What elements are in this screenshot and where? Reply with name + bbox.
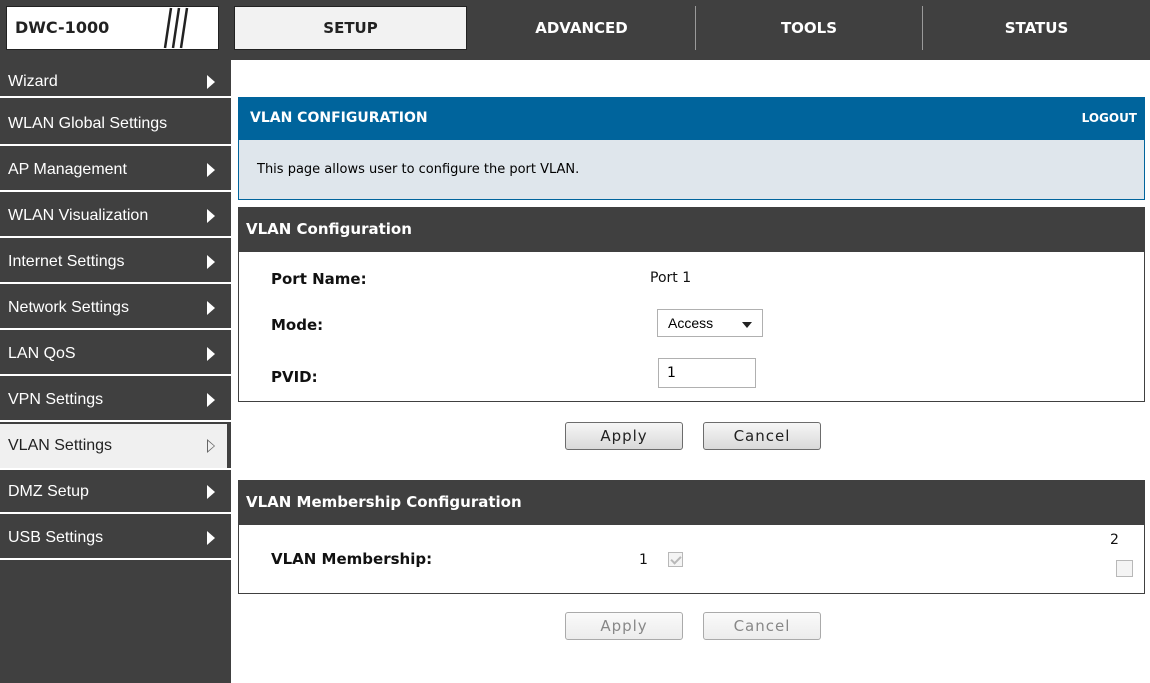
section-title: VLAN Configuration bbox=[246, 220, 412, 238]
chevron-right-icon bbox=[207, 485, 215, 499]
sidebar-item-vpn-settings[interactable]: VPN Settings bbox=[0, 378, 227, 422]
sidebar-divider bbox=[0, 144, 231, 146]
sidebar: Wizard WLAN Global Settings AP Managemen… bbox=[0, 60, 231, 683]
tab-setup[interactable]: SETUP bbox=[234, 6, 467, 50]
vlan-membership-label: VLAN Membership: bbox=[271, 550, 433, 568]
logo: DWC-1000 bbox=[6, 6, 219, 50]
sidebar-divider bbox=[0, 558, 231, 560]
sidebar-item-lan-qos[interactable]: LAN QoS bbox=[0, 332, 227, 376]
vlan-1-label: 1 bbox=[639, 552, 648, 568]
sidebar-item-wlan-global-settings[interactable]: WLAN Global Settings bbox=[0, 102, 227, 146]
sidebar-divider bbox=[0, 512, 231, 514]
sidebar-divider bbox=[0, 420, 231, 422]
chevron-right-icon bbox=[207, 163, 215, 177]
page-title: VLAN CONFIGURATION bbox=[250, 110, 428, 126]
pvid-input[interactable] bbox=[658, 358, 756, 388]
sidebar-item-label: LAN QoS bbox=[8, 345, 76, 362]
sidebar-divider bbox=[0, 236, 231, 238]
sidebar-item-label: DMZ Setup bbox=[8, 483, 89, 500]
top-navigation-bar: DWC-1000 SETUP ADVANCED TOOLS STATUS bbox=[0, 0, 1150, 60]
logo-text: DWC-1000 bbox=[15, 18, 110, 37]
chevron-right-outline-icon bbox=[207, 439, 215, 453]
sidebar-item-vlan-settings[interactable]: VLAN Settings bbox=[0, 424, 227, 468]
logout-link[interactable]: LOGOUT bbox=[1082, 111, 1137, 125]
sidebar-item-label: VPN Settings bbox=[8, 391, 104, 408]
caret-down-icon bbox=[742, 322, 752, 328]
chevron-right-icon bbox=[207, 301, 215, 315]
tab-status[interactable]: STATUS bbox=[923, 6, 1150, 50]
apply-button[interactable]: Apply bbox=[565, 422, 683, 450]
chevron-right-icon bbox=[207, 531, 215, 545]
vlan-membership-header: VLAN Membership Configuration bbox=[238, 480, 1145, 525]
sidebar-item-label: USB Settings bbox=[8, 529, 104, 546]
page-description: This page allows user to configure the p… bbox=[257, 162, 580, 177]
chevron-right-icon bbox=[207, 347, 215, 361]
sidebar-item-dmz-setup[interactable]: DMZ Setup bbox=[0, 470, 227, 514]
pvid-label: PVID: bbox=[271, 368, 318, 386]
vlan-2-label: 2 bbox=[1110, 532, 1119, 548]
sidebar-divider bbox=[0, 96, 231, 98]
sidebar-item-label: Network Settings bbox=[8, 299, 129, 316]
chevron-right-icon bbox=[207, 255, 215, 269]
mode-select-value: Access bbox=[668, 315, 714, 331]
sidebar-divider bbox=[0, 374, 231, 376]
page-description-box: This page allows user to configure the p… bbox=[238, 140, 1145, 200]
vlan-2-checkbox[interactable] bbox=[1116, 560, 1133, 577]
vlan-configuration-header: VLAN Configuration bbox=[238, 207, 1145, 252]
sidebar-item-internet-settings[interactable]: Internet Settings bbox=[0, 240, 227, 284]
chevron-right-icon bbox=[207, 75, 215, 89]
sidebar-item-network-settings[interactable]: Network Settings bbox=[0, 286, 227, 330]
chevron-right-icon bbox=[207, 209, 215, 223]
sidebar-item-label: Wizard bbox=[8, 73, 58, 90]
sidebar-item-wlan-visualization[interactable]: WLAN Visualization bbox=[0, 194, 227, 238]
page-header: VLAN CONFIGURATION LOGOUT bbox=[238, 97, 1145, 140]
sidebar-divider bbox=[0, 190, 231, 192]
cancel-button[interactable]: Cancel bbox=[703, 422, 821, 450]
sidebar-divider bbox=[0, 328, 231, 330]
sidebar-divider bbox=[0, 282, 231, 284]
sidebar-item-ap-management[interactable]: AP Management bbox=[0, 148, 227, 192]
logo-slashes-icon bbox=[163, 7, 189, 49]
sidebar-item-label: Internet Settings bbox=[8, 253, 125, 270]
tab-advanced[interactable]: ADVANCED bbox=[468, 6, 695, 50]
membership-apply-button[interactable]: Apply bbox=[565, 612, 683, 640]
sidebar-item-label: WLAN Global Settings bbox=[8, 115, 168, 132]
vlan-1-checkbox bbox=[668, 552, 683, 567]
port-name-label: Port Name: bbox=[271, 270, 367, 288]
sidebar-item-label: AP Management bbox=[8, 161, 127, 178]
section-title: VLAN Membership Configuration bbox=[246, 493, 522, 511]
sidebar-item-usb-settings[interactable]: USB Settings bbox=[0, 516, 227, 560]
sidebar-item-label: VLAN Settings bbox=[8, 437, 113, 454]
port-name-value: Port 1 bbox=[650, 270, 692, 286]
sidebar-item-label: WLAN Visualization bbox=[8, 207, 149, 224]
tab-tools[interactable]: TOOLS bbox=[696, 6, 922, 50]
chevron-right-icon bbox=[207, 393, 215, 407]
membership-cancel-button[interactable]: Cancel bbox=[703, 612, 821, 640]
mode-label: Mode: bbox=[271, 316, 324, 334]
mode-select[interactable]: Access bbox=[657, 309, 763, 337]
